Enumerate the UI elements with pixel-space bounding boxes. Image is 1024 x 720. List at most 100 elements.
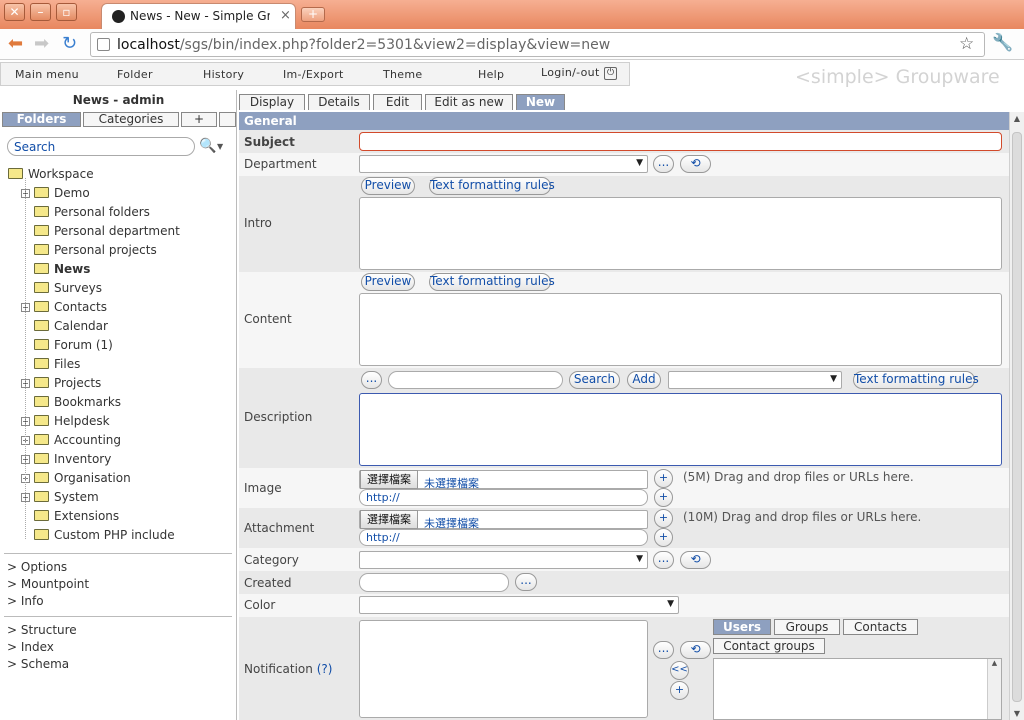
menu-folder[interactable]: Folder xyxy=(117,68,153,81)
image-url-add-button[interactable]: + xyxy=(654,488,673,507)
tab-details[interactable]: Details xyxy=(308,94,370,110)
menu-history[interactable]: History xyxy=(203,68,244,81)
chevron-down-icon[interactable]: ▼ xyxy=(217,142,223,151)
scroll-up-icon[interactable]: ▲ xyxy=(988,659,1001,667)
notification-user-list[interactable]: ▲ xyxy=(713,658,1002,720)
attachment-url-add-button[interactable]: + xyxy=(654,528,673,547)
intro-preview-button[interactable]: Preview xyxy=(361,177,415,195)
content-preview-button[interactable]: Preview xyxy=(361,273,415,291)
tab-add[interactable]: + xyxy=(181,112,217,127)
notification-textarea[interactable] xyxy=(359,620,648,718)
subject-input[interactable] xyxy=(359,132,1002,151)
notification-more-button[interactable]: ... xyxy=(653,641,674,659)
reload-icon[interactable]: ↻ xyxy=(62,34,77,54)
notif-tab-contacts[interactable]: Contacts xyxy=(843,619,918,635)
link-structure[interactable]: > Structure xyxy=(7,622,77,639)
tab-display[interactable]: Display xyxy=(239,94,305,110)
image-url-input[interactable]: http:// xyxy=(359,489,648,506)
tree-item[interactable]: + Organisation xyxy=(21,469,131,488)
tab-edit-as-new[interactable]: Edit as new xyxy=(425,94,513,110)
attachment-add-button[interactable]: + xyxy=(654,509,673,528)
notification-back-button[interactable]: << xyxy=(670,661,689,680)
back-icon[interactable]: ⬅ xyxy=(8,34,23,54)
link-mountpoint[interactable]: > Mountpoint xyxy=(7,576,89,593)
tab-edit[interactable]: Edit xyxy=(373,94,422,110)
notif-tab-groups[interactable]: Groups xyxy=(774,619,840,635)
description-select[interactable]: ▼ xyxy=(668,371,842,389)
tree-item[interactable]: Custom PHP include xyxy=(34,526,175,545)
list-scrollbar[interactable]: ▲ xyxy=(987,659,1001,719)
power-icon[interactable]: ⏻ xyxy=(604,67,617,80)
tree-item[interactable]: + Demo xyxy=(21,184,90,203)
menu-theme[interactable]: Theme xyxy=(383,68,422,81)
menu-import-export[interactable]: Im-/Export xyxy=(283,68,344,81)
page-scrollbar[interactable]: ▲ ▼ xyxy=(1009,112,1024,720)
attachment-file-input[interactable]: 選擇檔案 未選擇檔案 xyxy=(359,510,648,530)
wrench-icon[interactable]: 🔧 xyxy=(992,33,1013,53)
tab-new[interactable]: New xyxy=(516,94,565,110)
tree-item[interactable]: + System xyxy=(21,488,99,507)
tab-folders[interactable]: Folders xyxy=(2,112,81,127)
tab-close-icon[interactable]: × xyxy=(280,8,291,23)
menu-help[interactable]: Help xyxy=(478,68,504,81)
forward-icon[interactable]: ➡ xyxy=(34,34,49,54)
tree-item[interactable]: Calendar xyxy=(34,317,108,336)
browser-tab[interactable]: News - New - Simple Gr… × xyxy=(101,3,296,29)
refresh-icon[interactable]: ⟲ xyxy=(680,551,711,569)
tree-item[interactable]: Files xyxy=(34,355,80,374)
image-add-button[interactable]: + xyxy=(654,469,673,488)
tab-extra[interactable] xyxy=(219,112,236,127)
tree-item[interactable]: + Helpdesk xyxy=(21,412,110,431)
created-more-button[interactable]: ... xyxy=(515,573,537,591)
content-format-rules-button[interactable]: Text formatting rules xyxy=(429,273,555,291)
created-input[interactable] xyxy=(359,573,509,592)
department-more-button[interactable]: ... xyxy=(653,155,674,173)
scroll-down-icon[interactable]: ▼ xyxy=(1010,709,1024,718)
menu-login[interactable]: Login/-out xyxy=(541,66,600,79)
menu-main[interactable]: Main menu xyxy=(15,68,79,81)
tree-item[interactable]: + Projects xyxy=(21,374,101,393)
notification-help-link[interactable]: (?) xyxy=(317,662,333,676)
intro-format-rules-button[interactable]: Text formatting rules xyxy=(429,177,555,195)
address-bar[interactable]: localhost/sgs/bin/index.php?folder2=5301… xyxy=(90,32,985,57)
notif-tab-users[interactable]: Users xyxy=(713,619,771,635)
image-file-input[interactable]: 選擇檔案 未選擇檔案 xyxy=(359,470,648,490)
refresh-icon[interactable]: ⟲ xyxy=(680,641,711,659)
maximize-window-icon[interactable]: ▫ xyxy=(56,3,77,21)
image-choose-file-button[interactable]: 選擇檔案 xyxy=(360,470,418,489)
link-options[interactable]: > Options xyxy=(7,559,89,576)
tree-item[interactable]: + Inventory xyxy=(21,450,111,469)
tree-item[interactable]: Forum (1) xyxy=(34,336,113,355)
scroll-thumb[interactable] xyxy=(1012,132,1022,702)
description-search-button[interactable]: Search xyxy=(569,371,620,389)
attachment-url-input[interactable]: http:// xyxy=(359,529,648,546)
notif-tab-contact-groups[interactable]: Contact groups xyxy=(713,638,825,654)
tree-item[interactable]: Personal projects xyxy=(34,241,157,260)
search-icon[interactable]: 🔍 xyxy=(199,138,216,154)
tree-root[interactable]: Workspace xyxy=(8,165,94,184)
description-more-button[interactable]: ... xyxy=(361,371,382,389)
tree-item[interactable]: + Accounting xyxy=(21,431,121,450)
department-select[interactable]: ▼ xyxy=(359,155,648,173)
description-textarea[interactable] xyxy=(359,393,1002,466)
attachment-choose-file-button[interactable]: 選擇檔案 xyxy=(360,510,418,529)
tree-item[interactable]: Bookmarks xyxy=(34,393,121,412)
tree-item[interactable]: News xyxy=(34,260,90,279)
description-add-button[interactable]: Add xyxy=(627,371,661,389)
description-search-input[interactable] xyxy=(388,371,563,389)
category-more-button[interactable]: ... xyxy=(653,551,674,569)
link-schema[interactable]: > Schema xyxy=(7,656,77,673)
minimize-window-icon[interactable]: – xyxy=(30,3,51,21)
description-format-rules-button[interactable]: Text formatting rules xyxy=(853,371,979,389)
link-index[interactable]: > Index xyxy=(7,639,77,656)
tree-item[interactable]: Surveys xyxy=(34,279,102,298)
category-select[interactable]: ▼ xyxy=(359,551,648,569)
tree-item[interactable]: Extensions xyxy=(34,507,119,526)
tab-categories[interactable]: Categories xyxy=(83,112,179,127)
scroll-up-icon[interactable]: ▲ xyxy=(1010,114,1024,123)
refresh-icon[interactable]: ⟲ xyxy=(680,155,711,173)
tree-item[interactable]: Personal folders xyxy=(34,203,150,222)
tree-item[interactable]: Personal department xyxy=(34,222,180,241)
link-info[interactable]: > Info xyxy=(7,593,89,610)
tree-item[interactable]: + Contacts xyxy=(21,298,107,317)
